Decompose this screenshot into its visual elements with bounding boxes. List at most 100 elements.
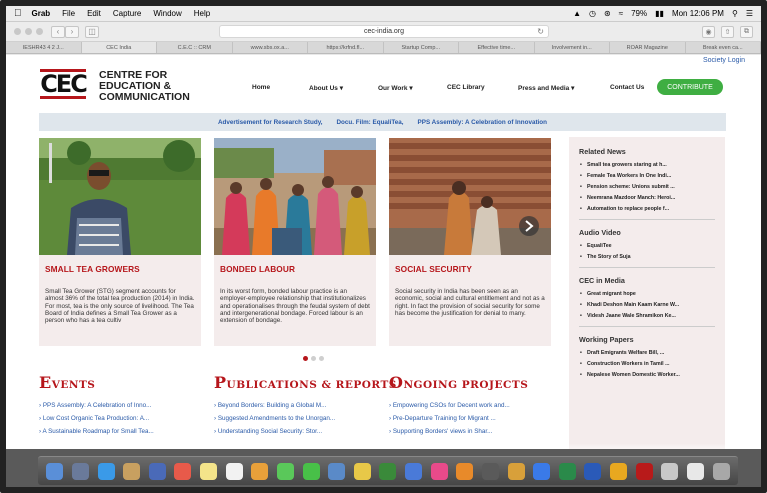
slider-dot[interactable]	[319, 356, 324, 361]
card-title[interactable]: BONDED LABOUR	[220, 264, 295, 274]
reminders-icon[interactable]	[225, 462, 243, 480]
excel-icon[interactable]	[558, 462, 576, 480]
card-image-social-security[interactable]	[389, 138, 551, 255]
menu-file[interactable]: File	[62, 9, 75, 18]
tab-2[interactable]: C.E.C :: CRM	[157, 42, 233, 53]
slider-dot[interactable]	[311, 356, 316, 361]
tabs-overview-icon[interactable]: ⧉	[740, 25, 753, 38]
messages-icon[interactable]	[276, 462, 294, 480]
battery-percent[interactable]: 79%	[631, 9, 647, 18]
nav-our-work[interactable]: Our Work ▾	[378, 84, 447, 92]
maps-icon[interactable]	[507, 462, 525, 480]
sidebar-link[interactable]: Female Tea Workers In One Indi...	[579, 173, 715, 179]
publication-link[interactable]: Beyond Borders: Building a Global M...	[214, 402, 397, 409]
menu-capture[interactable]: Capture	[113, 9, 141, 18]
tab-6[interactable]: Effective time...	[459, 42, 535, 53]
word-icon[interactable]	[584, 462, 602, 480]
zoom-window-button[interactable]	[36, 28, 43, 35]
photos-icon[interactable]	[251, 462, 269, 480]
announcement-link[interactable]: Advertisement for Research Study,	[218, 119, 323, 126]
event-link[interactable]: A Sustainable Roadmap for Small Tea...	[39, 428, 154, 435]
time-machine-icon[interactable]: ◷	[589, 9, 596, 18]
numbers-icon[interactable]	[379, 462, 397, 480]
publication-link[interactable]: Suggested Amendments to the Unorgan...	[214, 415, 397, 422]
sidebar-link[interactable]: Neemrana Mazdoor Manch: Heroi...	[579, 195, 715, 201]
bluetooth-icon[interactable]: ⊛	[604, 9, 611, 18]
menu-window[interactable]: Window	[153, 9, 181, 18]
contacts-icon[interactable]	[123, 462, 141, 480]
extension-icon[interactable]: ◉	[702, 25, 715, 38]
keynote-icon[interactable]	[405, 462, 423, 480]
card-title[interactable]: SOCIAL SECURITY	[395, 264, 472, 274]
tab-7[interactable]: Involvement in...	[535, 42, 610, 53]
card-small-tea-growers[interactable]: SMALL TEA GROWERS Small Tea Grower (STG)…	[39, 138, 201, 346]
sidebar-link[interactable]: EqualiTee	[579, 243, 715, 249]
documents-folder-icon[interactable]	[686, 462, 704, 480]
menu-app-name[interactable]: Grab	[32, 9, 51, 18]
publication-link[interactable]: Understanding Social Security: Stor...	[214, 428, 397, 435]
wifi-icon[interactable]: ≈	[619, 9, 623, 18]
nav-home[interactable]: Home	[252, 84, 309, 92]
menu-help[interactable]: Help	[194, 9, 210, 18]
notification-center-icon[interactable]: ☰	[746, 9, 753, 18]
tab-9[interactable]: Break even ca...	[686, 42, 761, 53]
itunes-icon[interactable]	[430, 462, 448, 480]
trash-icon[interactable]	[712, 462, 730, 480]
address-bar[interactable]: cec-india.org ↻	[219, 25, 549, 38]
card-image-tea-grower[interactable]	[39, 138, 201, 255]
tab-3[interactable]: www.sbs.ox.a...	[233, 42, 308, 53]
sidebar-link[interactable]: Great migrant hope	[579, 291, 715, 297]
announcement-link[interactable]: Docu. Film: EqualiTea,	[336, 119, 403, 126]
card-title[interactable]: SMALL TEA GROWERS	[45, 264, 140, 274]
back-button[interactable]: ‹	[51, 25, 65, 38]
project-link[interactable]: Supporting Borders' views in Shar...	[389, 428, 528, 435]
butterfly-app-icon[interactable]	[610, 462, 628, 480]
sidebar-link[interactable]: Videsh Jaane Wale Shramikon Ke...	[579, 313, 715, 319]
nav-press-and-media[interactable]: Press and Media ▾	[518, 84, 610, 92]
contribute-button[interactable]: CONTRIBUTE	[657, 79, 723, 95]
sidebar-link[interactable]: Automation to replace people f...	[579, 206, 715, 212]
nav-cec-library[interactable]: CEC Library	[447, 84, 518, 92]
minimize-window-button[interactable]	[25, 28, 32, 35]
card-social-security[interactable]: SOCIAL SECURITY Social security in India…	[389, 138, 551, 346]
project-link[interactable]: Pre-Departure Training for Migrant ...	[389, 415, 528, 422]
sidebar-link[interactable]: Construction Workers in Tamil ...	[579, 361, 715, 367]
notes-icon[interactable]	[200, 462, 218, 480]
nav-about-us[interactable]: About Us ▾	[309, 84, 378, 92]
mail-icon[interactable]	[148, 462, 166, 480]
tab-1[interactable]: CEC India	[81, 42, 157, 53]
event-link[interactable]: PPS Assembly: A Celebration of Inno...	[39, 402, 154, 409]
tab-4[interactable]: https://krfnd.fl...	[308, 42, 384, 53]
finder-icon[interactable]	[46, 462, 64, 480]
grab-icon[interactable]	[661, 462, 679, 480]
spotlight-search-icon[interactable]: ⚲	[732, 9, 738, 18]
app-store-icon[interactable]	[533, 462, 551, 480]
system-preferences-icon[interactable]	[481, 462, 499, 480]
pages-icon[interactable]	[353, 462, 371, 480]
calendar-icon[interactable]	[174, 462, 192, 480]
preview-icon[interactable]	[328, 462, 346, 480]
sidebar-link[interactable]: Draft Emigrants Welfare Bill, ...	[579, 350, 715, 356]
nav-contact-us[interactable]: Contact Us	[610, 84, 644, 92]
tab-8[interactable]: ROAR Magazine	[610, 42, 686, 53]
tab-0[interactable]: IESHR43 4 2 J...	[6, 42, 82, 53]
reload-icon[interactable]: ↻	[537, 27, 544, 36]
menubar-clock[interactable]: Mon 12:06 PM	[672, 9, 724, 18]
sidebar-link[interactable]: Pension scheme: Unions submit ...	[579, 184, 715, 190]
sidebar-link[interactable]: Small tea growers staring at h...	[579, 162, 715, 168]
acrobat-icon[interactable]	[635, 462, 653, 480]
share-icon[interactable]: ⇧	[721, 25, 734, 38]
safari-icon[interactable]	[97, 462, 115, 480]
apple-menu-icon[interactable]: 	[14, 8, 22, 19]
dropbox-icon[interactable]: ▲	[573, 9, 581, 18]
card-bonded-labour[interactable]: BONDED LABOUR In its worst form, bonded …	[214, 138, 376, 346]
forward-button[interactable]: ›	[65, 25, 79, 38]
announcement-link[interactable]: PPS Assembly: A Celebration of Innovatio…	[418, 119, 547, 126]
facetime-icon[interactable]	[302, 462, 320, 480]
slider-dot[interactable]	[303, 356, 308, 361]
event-link[interactable]: Low Cost Organic Tea Production: A...	[39, 415, 154, 422]
sidebar-link[interactable]: Nepalese Women Domestic Worker...	[579, 372, 715, 378]
sidebar-toggle-icon[interactable]: ◫	[85, 25, 99, 38]
society-login-link[interactable]: Society Login	[703, 57, 745, 64]
sidebar-link[interactable]: Khadi Deshon Main Kaam Karne W...	[579, 302, 715, 308]
